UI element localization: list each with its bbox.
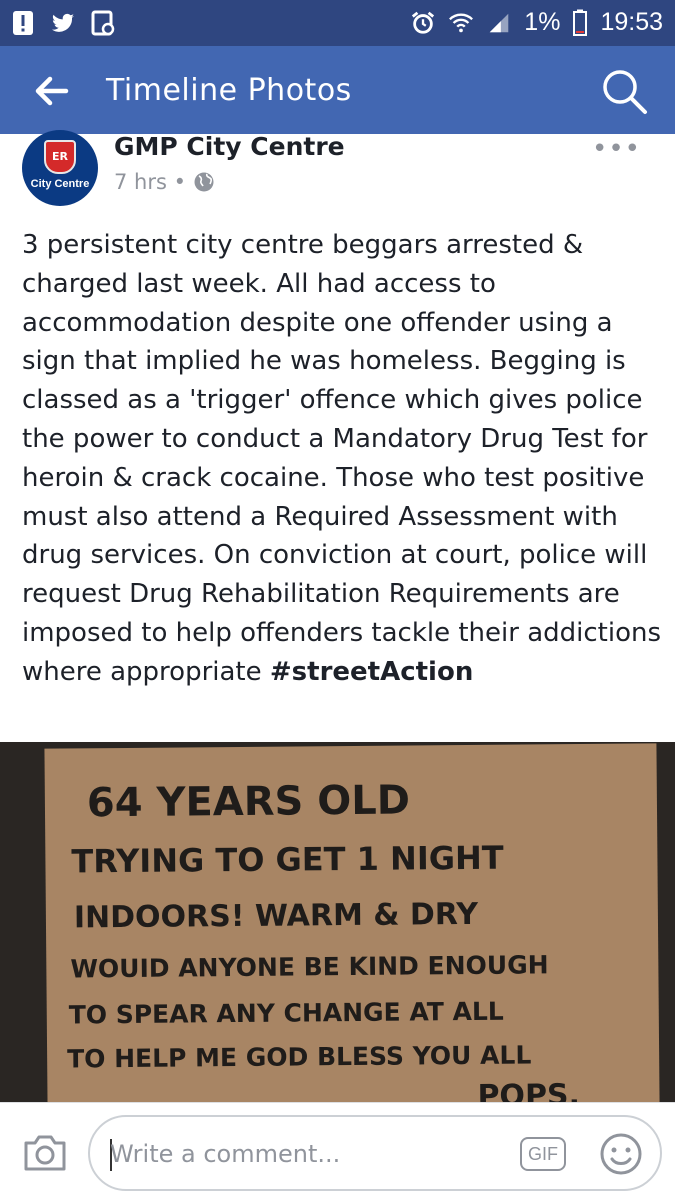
post-time-text: 7 hrs <box>114 170 167 194</box>
alarm-icon <box>412 11 435 34</box>
comment-bar: Write a comment... GIF <box>0 1102 675 1200</box>
gif-button[interactable]: GIF <box>520 1137 566 1171</box>
page-avatar[interactable]: ER City Centre <box>22 130 98 206</box>
signal-icon <box>490 13 509 32</box>
twitter-icon <box>52 13 74 32</box>
sign-line: INDOORS! WARM & DRY <box>73 896 479 936</box>
screenshot-icon <box>91 10 115 36</box>
post-message: 3 persistent city centre beggars arreste… <box>22 226 662 692</box>
battery-percent: 1% <box>524 8 561 36</box>
battery-icon <box>573 9 588 36</box>
sign-line: POPS. <box>477 1078 581 1102</box>
camera-icon[interactable] <box>22 1131 68 1173</box>
clock-time: 19:53 <box>600 8 663 36</box>
more-options-button[interactable]: ••• <box>592 134 641 164</box>
status-bar: 1% 19:53 <box>0 0 675 46</box>
post-photo[interactable]: 64 YEARS OLD TRYING TO GET 1 NIGHT INDOO… <box>0 742 675 1102</box>
wifi-icon <box>449 13 474 32</box>
comment-placeholder: Write a comment... <box>110 1140 341 1168</box>
post-timestamp[interactable]: 7 hrs • <box>114 170 215 194</box>
emoji-icon[interactable] <box>598 1131 644 1177</box>
sign-line: TO HELP ME GOD BLESS YOU ALL <box>67 1040 532 1074</box>
post-header: ER City Centre GMP City Centre 7 hrs • •… <box>0 130 675 209</box>
police-crest-icon: ER <box>44 140 76 174</box>
notification-alert-icon <box>13 11 33 35</box>
search-icon[interactable] <box>599 66 649 116</box>
sign-line: TO SPEAR ANY CHANGE AT ALL <box>68 996 504 1030</box>
page-title: Timeline Photos <box>106 73 352 108</box>
comment-input[interactable]: Write a comment... GIF <box>88 1115 662 1191</box>
page-name-link[interactable]: GMP City Centre <box>114 132 345 161</box>
avatar-label: City Centre <box>30 178 90 190</box>
sign-line: TRYING TO GET 1 NIGHT <box>71 838 504 881</box>
app-bar: Timeline Photos <box>0 46 675 134</box>
back-arrow-icon[interactable] <box>28 68 74 114</box>
hashtag-link[interactable]: #streetAction <box>270 657 473 687</box>
sign-line: WOUID ANYONE BE KIND ENOUGH <box>70 950 549 984</box>
post-body-text: 3 persistent city centre beggars arreste… <box>22 230 662 687</box>
separator-dot: • <box>173 170 186 194</box>
cardboard-sign: 64 YEARS OLD TRYING TO GET 1 NIGHT INDOO… <box>44 743 660 1102</box>
globe-icon <box>194 172 214 192</box>
sign-line: 64 YEARS OLD <box>86 777 411 827</box>
